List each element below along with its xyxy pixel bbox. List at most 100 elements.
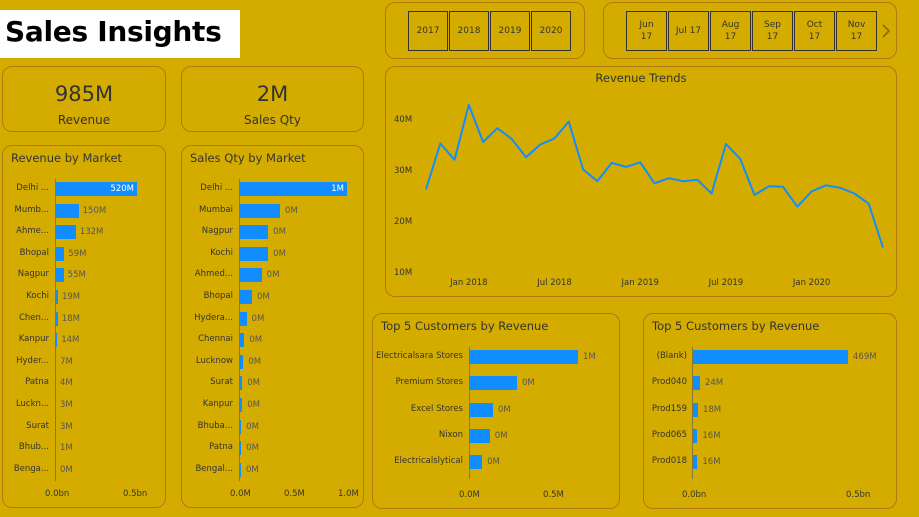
data-point[interactable] [852,191,857,196]
revenue-trend-line[interactable] [425,103,884,248]
bar-category-label: Prod159 [651,403,687,414]
bar-category-label: Lucknow [195,355,233,366]
data-point[interactable] [623,164,628,169]
data-point[interactable] [652,181,657,186]
year-2020-button[interactable]: 2020 [531,11,571,51]
data-point[interactable] [609,160,614,165]
data-point[interactable] [866,201,871,206]
bar-row: Kochi 19M [3,290,167,304]
data-point[interactable] [781,184,786,189]
bar-category-label: Bengal... [195,463,233,474]
bar-value-label: 0M [494,430,508,441]
month-aug-17-button[interactable]: Aug 17 [710,11,751,51]
bar[interactable] [692,350,848,364]
data-point[interactable] [566,119,571,124]
bar-row: (Blank) 469M [644,350,898,364]
data-point[interactable] [638,160,643,165]
year-2019-button[interactable]: 2019 [490,11,530,51]
bar-value-label: 520M [110,184,134,194]
bar-value-label: 24M [704,378,724,389]
bar[interactable] [239,268,262,283]
bar-value-label: 1M [331,184,344,194]
x-tick-label: Jan 2020 [792,278,830,288]
bar-row: Prod040 24M [644,376,898,391]
sales-qty-kpi-card: 2M Sales Qty [181,66,364,132]
bar-row: Patna 0M [182,441,365,456]
bar[interactable] [55,225,76,240]
bar-value-label: 19M [61,292,81,302]
bar-value-label: 3M [60,421,73,432]
bar-value-label: 55M [67,270,86,281]
data-point[interactable] [481,139,486,144]
data-point[interactable] [509,136,514,141]
x-tick-label: Jul 2019 [708,278,744,288]
data-point[interactable] [452,157,457,162]
data-point[interactable] [823,183,828,188]
data-point[interactable] [581,167,586,172]
bar-row: Luckn... 3M [3,398,167,412]
data-point[interactable] [666,176,671,181]
bar-value-label: 18M [61,313,80,324]
data-point[interactable] [424,187,429,192]
bar[interactable] [239,225,269,240]
month-jun-17-button[interactable]: Jun 17 [626,11,667,51]
bar[interactable] [55,268,64,283]
month-nov-17-button[interactable]: Nov 17 [836,11,877,51]
data-point[interactable] [538,142,543,147]
data-point[interactable] [738,156,743,161]
data-point[interactable] [681,179,686,184]
year-2017-button[interactable]: 2017 [408,11,448,51]
bar[interactable] [239,246,269,261]
bar-category-label: Prod065 [651,429,687,440]
bar-value-label: 0M [246,443,259,454]
data-point[interactable] [552,136,557,141]
chevron-right-icon[interactable] [880,23,892,39]
data-point[interactable] [466,102,471,107]
revenue-by-market-chart: Delhi ... 520M Mumb... 150M Ahme... 132M Bhopa… [3,146,167,509]
axis-line [55,179,56,482]
bar-row: Mumb... 150M [3,203,167,218]
month-oct-17-button[interactable]: Oct 17 [794,11,835,51]
bar-value-label: 4M [60,378,73,389]
bar-row: Prod159 18M [644,402,898,417]
bar[interactable] [469,376,517,391]
top5-products-card: Top 5 Customers by Revenue (Blank) 469M Pr… [643,313,897,509]
bar-category-label: Prod018 [651,456,687,467]
month-sep-17-button[interactable]: Sep 17 [752,11,793,51]
data-point[interactable] [495,126,500,131]
bar[interactable] [239,311,247,326]
bar[interactable] [55,246,65,261]
bar[interactable] [692,376,700,391]
data-point[interactable] [795,204,800,209]
month-slicer: Jun 17 Jul 17 Aug 17 Sep 17 Oct 17 Nov 1… [603,2,897,59]
x-tick-label: 0.5bn [123,489,148,499]
data-point[interactable] [723,141,728,146]
data-point[interactable] [881,245,886,250]
bar[interactable] [469,428,490,443]
data-point[interactable] [695,177,700,182]
bar-category-label: Mumbai [199,204,233,215]
bar[interactable] [239,203,281,218]
data-point[interactable] [809,189,814,194]
data-point[interactable] [752,192,757,197]
bar-value-label: 150M [82,205,107,216]
bar-row: Chen... 18M [3,311,167,326]
data-point[interactable] [766,184,771,189]
data-point[interactable] [838,185,843,190]
bar-row: Surat 0M [182,376,365,391]
month-jul-17-button[interactable]: Jul 17 [668,11,709,51]
bar[interactable] [239,290,252,304]
bar[interactable] [469,455,483,470]
data-point[interactable] [709,191,714,196]
bar-value-label: 469M [853,352,877,362]
bar[interactable] [469,350,578,364]
bar-category-label: Delhi ... [200,183,233,193]
bar[interactable] [55,203,79,218]
bar-value-label: 7M [60,356,73,367]
data-point[interactable] [438,141,443,146]
bar-category-label: Kochi [26,291,49,301]
bar[interactable] [469,402,493,417]
year-2018-button[interactable]: 2018 [449,11,489,51]
data-point[interactable] [595,179,600,184]
data-point[interactable] [523,155,528,160]
